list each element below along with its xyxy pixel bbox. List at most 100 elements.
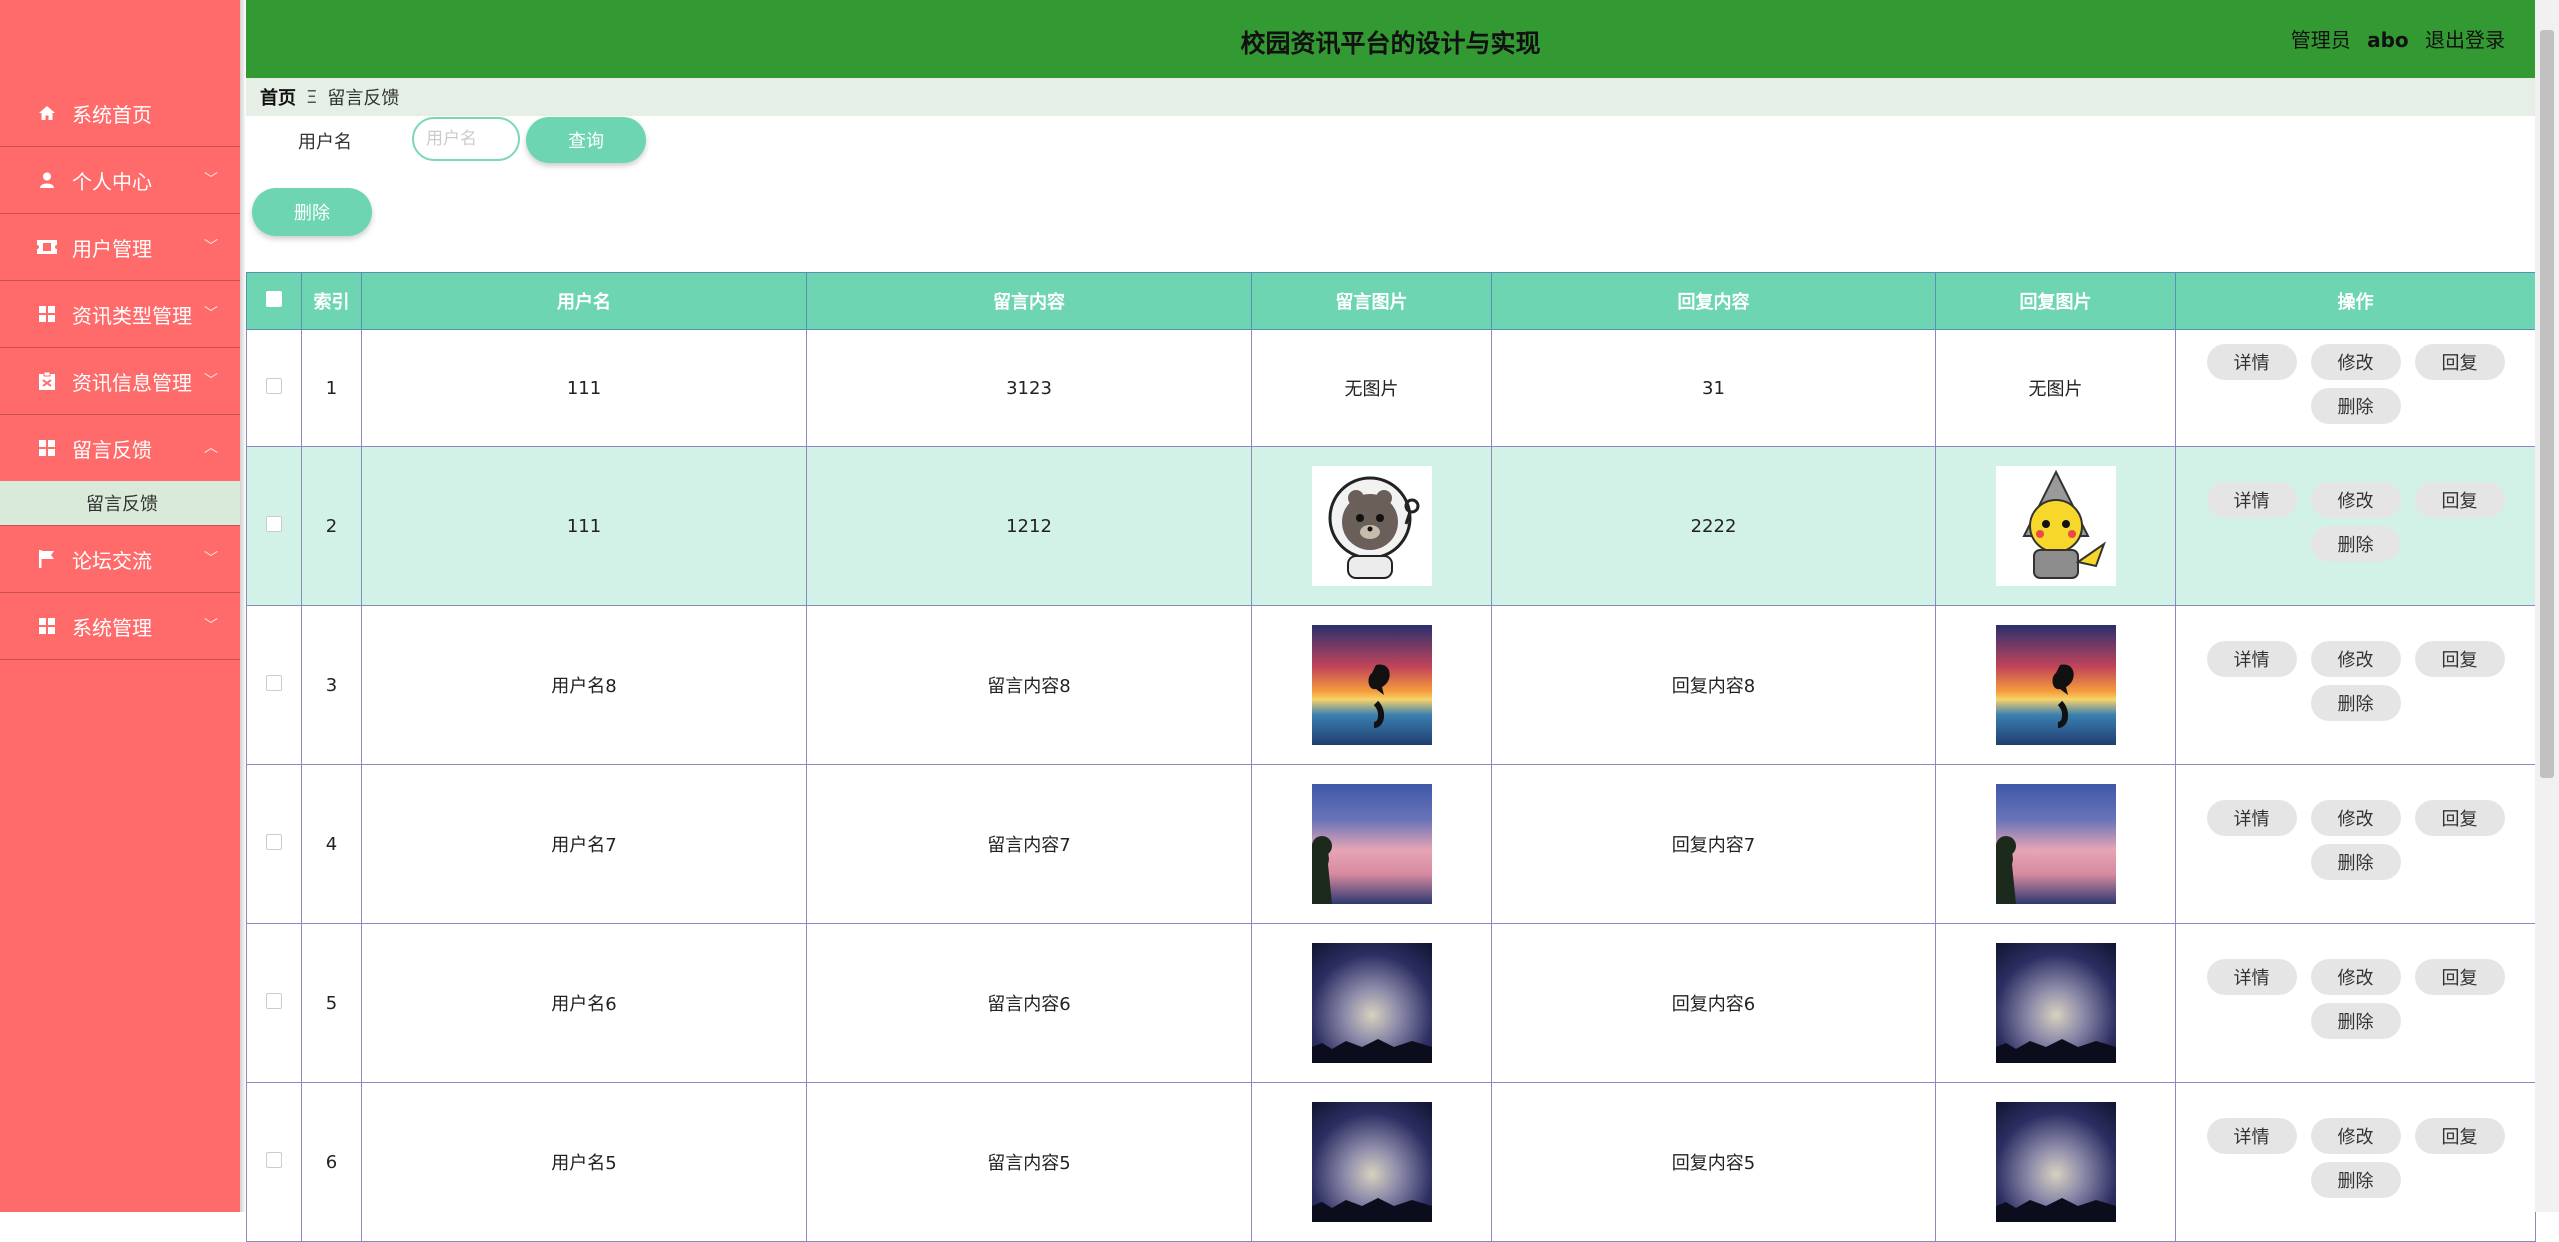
grid-icon <box>36 306 58 322</box>
select-all-cell[interactable] <box>246 272 302 330</box>
ticket-icon <box>36 240 58 254</box>
home-icon <box>36 104 58 122</box>
cell-username: 用户名8 <box>361 605 807 765</box>
logout-link[interactable]: 退出登录 <box>2425 28 2505 52</box>
message-image-astronaut-bear[interactable] <box>1311 466 1432 586</box>
chevron-down-icon: ﹀ <box>204 373 218 389</box>
delete-button[interactable]: 删除 <box>2310 1003 2401 1039</box>
reply-button[interactable]: 回复 <box>2414 800 2505 836</box>
breadcrumb-separator: Ξ <box>306 86 318 108</box>
detail-button[interactable]: 详情 <box>2206 344 2297 380</box>
page-scrollbar[interactable] <box>2535 0 2559 1212</box>
sidebar-subitem-label: 留言反馈 <box>86 494 158 515</box>
sidebar-item-system-management[interactable]: 系统管理 ﹀ <box>0 593 240 660</box>
edit-button[interactable]: 修改 <box>2310 482 2401 518</box>
reply-image-night-sky[interactable] <box>1995 1102 2116 1222</box>
flag-icon <box>36 550 58 568</box>
edit-button[interactable]: 修改 <box>2310 959 2401 995</box>
detail-button[interactable]: 详情 <box>2206 641 2297 677</box>
cell-actions: 详情 修改 回复 删除 <box>2175 923 2536 1083</box>
row-checkbox[interactable] <box>266 377 282 394</box>
detail-button[interactable]: 详情 <box>2206 959 2297 995</box>
sidebar-item-label: 留言反馈 <box>72 437 152 462</box>
edit-button[interactable]: 修改 <box>2310 641 2401 677</box>
reply-button[interactable]: 回复 <box>2414 344 2505 380</box>
row-checkbox[interactable] <box>266 992 282 1009</box>
delete-button[interactable]: 删除 <box>2310 685 2401 721</box>
sidebar-item-label: 系统管理 <box>72 615 152 640</box>
column-header: 索引 <box>301 272 362 330</box>
batch-delete-button[interactable]: 删除 <box>252 188 372 236</box>
delete-button[interactable]: 删除 <box>2310 526 2401 562</box>
sidebar-item-label: 资讯类型管理 <box>72 303 192 328</box>
cell-reply-image <box>1935 605 2176 765</box>
sidebar-item-label: 系统首页 <box>72 102 152 127</box>
grid-icon <box>36 440 58 456</box>
column-header: 操作 <box>2175 272 2536 330</box>
reply-image-pikachu-hood[interactable] <box>1995 466 2116 586</box>
username-search-input[interactable] <box>412 117 520 161</box>
select-all-checkbox[interactable] <box>266 290 282 307</box>
message-image-night-sky[interactable] <box>1311 1102 1432 1222</box>
detail-button[interactable]: 详情 <box>2206 800 2297 836</box>
cell-index: 4 <box>301 764 362 924</box>
cell-content: 1212 <box>806 446 1252 606</box>
column-header: 回复内容 <box>1491 272 1936 330</box>
cell-reply-image <box>1935 446 2176 606</box>
reply-button[interactable]: 回复 <box>2414 482 2505 518</box>
table-row[interactable]: 4 用户名7 留言内容7 回复内容7 详情 修改 回复 删除 <box>246 764 2536 924</box>
query-button[interactable]: 查询 <box>526 117 646 163</box>
table-row[interactable]: 5 用户名6 留言内容6 回复内容6 详情 修改 回复 删除 <box>246 923 2536 1083</box>
message-image-pink-clouds[interactable] <box>1311 784 1432 904</box>
cell-image <box>1251 1082 1492 1242</box>
edit-button[interactable]: 修改 <box>2310 344 2401 380</box>
detail-button[interactable]: 详情 <box>2206 482 2297 518</box>
row-checkbox[interactable] <box>266 1151 282 1168</box>
sidebar-item-label: 论坛交流 <box>72 548 152 573</box>
cell-index: 2 <box>301 446 362 606</box>
cell-index: 5 <box>301 923 362 1083</box>
breadcrumb-home[interactable]: 首页 <box>260 84 296 110</box>
table-row[interactable]: 2 111 1212 2222 详情 修改 回复 删除 <box>246 446 2536 606</box>
row-checkbox[interactable] <box>266 833 282 850</box>
sidebar-item-feedback[interactable]: 留言反馈 ︿ <box>0 415 240 481</box>
detail-button[interactable]: 详情 <box>2206 1118 2297 1154</box>
search-label: 用户名 <box>298 132 352 153</box>
chevron-down-icon: ﹀ <box>204 172 218 188</box>
row-checkbox[interactable] <box>266 674 282 691</box>
delete-button[interactable]: 删除 <box>2310 1162 2401 1198</box>
chevron-down-icon: ﹀ <box>204 306 218 322</box>
breadcrumb-current: 留言反馈 <box>327 88 400 109</box>
reply-button[interactable]: 回复 <box>2414 641 2505 677</box>
reply-image-pink-clouds[interactable] <box>1995 784 2116 904</box>
sidebar-item-news-type-management[interactable]: 资讯类型管理 ﹀ <box>0 281 240 348</box>
cell-index: 3 <box>301 605 362 765</box>
table-row[interactable]: 1 111 3123 无图片 31 无图片 详情 修改 回复 删除 <box>246 329 2536 447</box>
reply-image-sunset-dolphin[interactable] <box>1995 625 2116 745</box>
cell-content: 留言内容7 <box>806 764 1252 924</box>
sidebar-item-forum[interactable]: 论坛交流 ﹀ <box>0 526 240 593</box>
table-row[interactable]: 3 用户名8 留言内容8 回复内容8 详情 修改 回复 删除 <box>246 605 2536 765</box>
sidebar-item-personal-center[interactable]: 个人中心 ﹀ <box>0 147 240 214</box>
reply-button[interactable]: 回复 <box>2414 1118 2505 1154</box>
delete-button[interactable]: 删除 <box>2310 388 2401 424</box>
table-row[interactable]: 6 用户名5 留言内容5 回复内容5 详情 修改 回复 删除 <box>246 1082 2536 1242</box>
sidebar-item-home[interactable]: 系统首页 <box>0 80 240 147</box>
cell-actions: 详情 修改 回复 删除 <box>2175 764 2536 924</box>
sidebar-item-news-info-management[interactable]: 资讯信息管理 ﹀ <box>0 348 240 415</box>
sidebar-item-user-management[interactable]: 用户管理 ﹀ <box>0 214 240 281</box>
sidebar-subitem-feedback[interactable]: 留言反馈 <box>0 481 240 526</box>
reply-image-night-sky[interactable] <box>1995 943 2116 1063</box>
cell-content: 留言内容8 <box>806 605 1252 765</box>
edit-button[interactable]: 修改 <box>2310 800 2401 836</box>
scrollbar-thumb[interactable] <box>2540 30 2554 778</box>
message-image-night-sky[interactable] <box>1311 943 1432 1063</box>
reply-button[interactable]: 回复 <box>2414 959 2505 995</box>
edit-button[interactable]: 修改 <box>2310 1118 2401 1154</box>
cell-username: 用户名5 <box>361 1082 807 1242</box>
app-title: 校园资讯平台的设计与实现 <box>1240 29 1541 58</box>
column-header: 留言内容 <box>806 272 1252 330</box>
delete-button[interactable]: 删除 <box>2310 844 2401 880</box>
row-checkbox[interactable] <box>266 515 282 532</box>
message-image-sunset-dolphin[interactable] <box>1311 625 1432 745</box>
